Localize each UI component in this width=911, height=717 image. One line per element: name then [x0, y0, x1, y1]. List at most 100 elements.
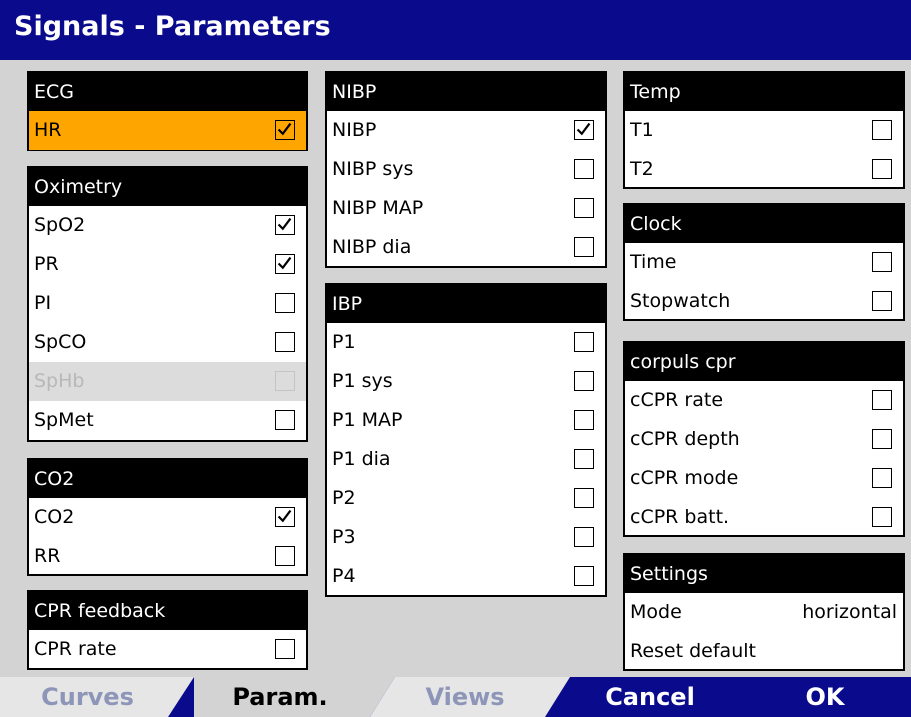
group-title: IBP: [327, 285, 605, 323]
tab-views[interactable]: Views: [385, 677, 545, 717]
signal-row[interactable]: NIBP MAP: [327, 189, 605, 228]
signal-label: NIBP sys: [332, 158, 414, 180]
signal-row[interactable]: cCPR depth: [625, 420, 903, 459]
checkbox[interactable]: [275, 332, 295, 352]
signal-label: NIBP dia: [332, 236, 412, 258]
checkbox[interactable]: [574, 449, 594, 469]
settings-mode-row[interactable]: Mode horizontal: [625, 593, 903, 632]
signal-row[interactable]: CPR rate: [29, 630, 306, 669]
signal-row[interactable]: NIBP: [327, 111, 605, 150]
ok-button[interactable]: OK: [745, 677, 905, 717]
checkbox[interactable]: [574, 332, 594, 352]
signal-label: Stopwatch: [630, 290, 731, 312]
group-items: CO2 RR: [29, 498, 306, 576]
checkbox[interactable]: [275, 293, 295, 313]
checkbox-checked[interactable]: [275, 254, 295, 274]
signal-label: PI: [34, 292, 52, 314]
bottom-tab-bar: Curves Param. Views Cancel OK: [0, 677, 911, 717]
cancel-button[interactable]: Cancel: [570, 677, 730, 717]
group-title: corpuls cpr: [625, 343, 903, 381]
checkbox[interactable]: [574, 198, 594, 218]
signal-row[interactable]: cCPR mode: [625, 459, 903, 498]
signal-row[interactable]: SpO2: [29, 206, 306, 245]
signal-row[interactable]: SpMet: [29, 401, 306, 440]
signal-row[interactable]: P1 sys: [327, 362, 605, 401]
signal-row[interactable]: P4: [327, 557, 605, 596]
checkbox[interactable]: [574, 159, 594, 179]
group-corpuls-cpr: corpuls cpr cCPR rate cCPR depth cCPR mode…: [623, 341, 905, 537]
group-title: Oximetry: [29, 168, 306, 206]
signal-row[interactable]: P1 dia: [327, 440, 605, 479]
checkbox[interactable]: [574, 237, 594, 257]
tab-curves[interactable]: Curves: [0, 677, 175, 717]
checkbox[interactable]: [872, 390, 892, 410]
signal-label: T1: [630, 119, 654, 141]
signal-label: Time: [630, 251, 677, 273]
signal-label: CO2: [34, 506, 75, 528]
checkbox[interactable]: [574, 566, 594, 586]
signal-row[interactable]: SpCO: [29, 323, 306, 362]
signal-row[interactable]: P2: [327, 479, 605, 518]
signal-label: cCPR depth: [630, 428, 740, 450]
signal-row[interactable]: HR: [29, 111, 306, 150]
group-items: HR: [29, 111, 306, 150]
signal-row[interactable]: cCPR rate: [625, 381, 903, 420]
group-temp: Temp T1 T2: [623, 71, 905, 189]
signal-row[interactable]: Stopwatch: [625, 282, 903, 321]
signal-row[interactable]: CO2: [29, 498, 306, 537]
tab-param[interactable]: Param.: [195, 677, 365, 717]
checkbox[interactable]: [872, 291, 892, 311]
checkbox[interactable]: [275, 410, 295, 430]
signal-label: P1: [332, 331, 356, 353]
checkbox-checked[interactable]: [275, 507, 295, 527]
signal-row[interactable]: T2: [625, 150, 903, 189]
checkbox-checked[interactable]: [275, 215, 295, 235]
checkbox-checked[interactable]: [574, 120, 594, 140]
window-title: Signals - Parameters: [14, 11, 331, 42]
signal-row[interactable]: NIBP sys: [327, 150, 605, 189]
checkbox[interactable]: [574, 527, 594, 547]
checkbox[interactable]: [574, 371, 594, 391]
signal-label: P1 dia: [332, 448, 391, 470]
group-items: cCPR rate cCPR depth cCPR mode cCPR batt.: [625, 381, 903, 537]
checkbox[interactable]: [574, 410, 594, 430]
signal-row[interactable]: Time: [625, 243, 903, 282]
signal-label: T2: [630, 158, 654, 180]
group-ibp: IBP P1 P1 sys P1 MAP P1 dia P2 P3 P4: [325, 283, 607, 597]
checkbox[interactable]: [872, 507, 892, 527]
group-clock: Clock Time Stopwatch: [623, 203, 905, 321]
signal-row[interactable]: RR: [29, 537, 306, 576]
reset-default-row[interactable]: Reset default: [625, 632, 903, 671]
checkbox-checked[interactable]: [275, 120, 295, 140]
checkbox[interactable]: [275, 639, 295, 659]
signal-row[interactable]: cCPR batt.: [625, 498, 903, 537]
checkbox[interactable]: [574, 488, 594, 508]
signal-row[interactable]: P1 MAP: [327, 401, 605, 440]
signal-label: P2: [332, 487, 356, 509]
signal-row: SpHb: [29, 362, 306, 401]
group-items: T1 T2: [625, 111, 903, 189]
signal-row[interactable]: P1: [327, 323, 605, 362]
checkbox[interactable]: [872, 120, 892, 140]
signal-label: P1 MAP: [332, 409, 403, 431]
signal-label: P4: [332, 565, 356, 587]
signal-label: SpHb: [34, 370, 85, 392]
checkbox[interactable]: [872, 429, 892, 449]
signal-row[interactable]: P3: [327, 518, 605, 557]
signal-row[interactable]: PR: [29, 245, 306, 284]
signal-row[interactable]: NIBP dia: [327, 228, 605, 267]
checkbox[interactable]: [872, 468, 892, 488]
checkbox[interactable]: [275, 546, 295, 566]
group-oximetry: Oximetry SpO2 PR PI SpCO SpHb SpMet: [27, 166, 308, 442]
checkbox[interactable]: [872, 252, 892, 272]
checkmark-icon: [277, 122, 292, 136]
signal-row[interactable]: T1: [625, 111, 903, 150]
checkmark-icon: [576, 122, 591, 136]
signal-label: cCPR rate: [630, 389, 724, 411]
group-title: ECG: [29, 73, 306, 111]
mode-value: horizontal: [802, 601, 897, 623]
signal-label: SpCO: [34, 331, 87, 353]
signal-row[interactable]: PI: [29, 284, 306, 323]
checkbox[interactable]: [872, 159, 892, 179]
signal-label: NIBP: [332, 119, 377, 141]
